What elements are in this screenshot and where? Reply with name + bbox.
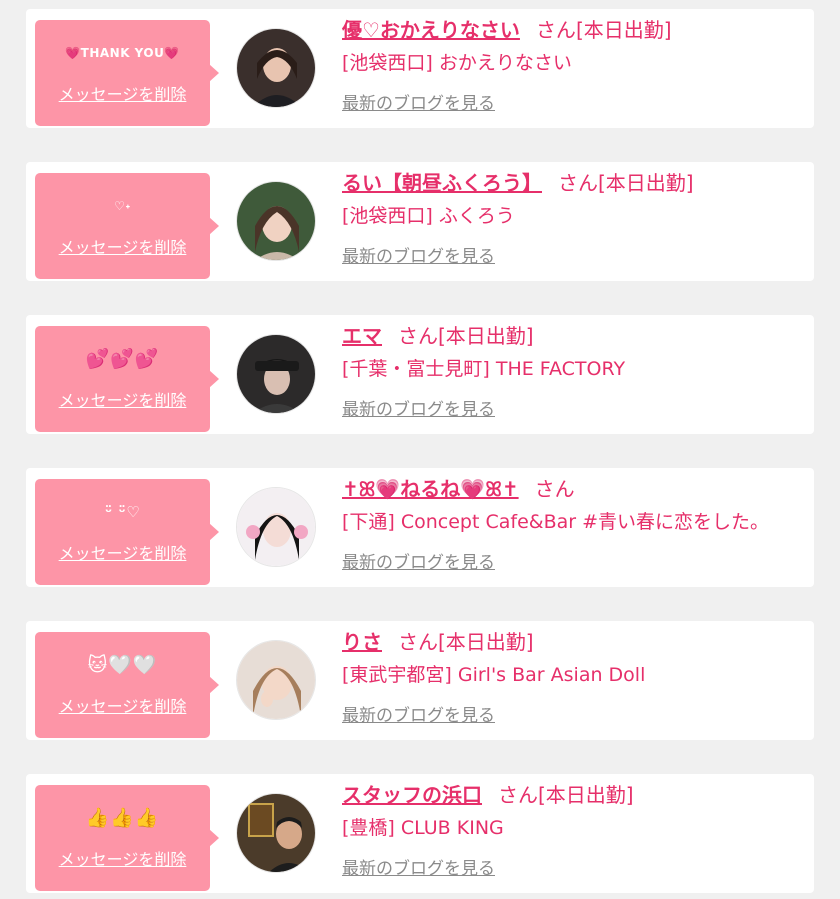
message-bubble: 💗THANK YOU💗 メッセージを削除 bbox=[35, 20, 219, 126]
avatar[interactable] bbox=[236, 334, 316, 414]
cast-info: スタッフの浜口 さん[本日出勤] [豊橋] CLUB KING 最新のブログを見る bbox=[342, 780, 806, 879]
latest-blog-link[interactable]: 最新のブログを見る bbox=[342, 854, 495, 879]
message-card: 👍👍👍 メッセージを削除 スタッフの浜口 さん[本日出勤] [豊橋] CLUB K… bbox=[26, 774, 814, 893]
avatar[interactable] bbox=[236, 181, 316, 261]
latest-blog-link[interactable]: 最新のブログを見る bbox=[342, 548, 495, 573]
message-text: 👍👍👍 bbox=[85, 807, 160, 829]
avatar[interactable] bbox=[236, 28, 316, 108]
cast-name-link[interactable]: るい【朝昼ふくろう】 bbox=[342, 171, 542, 195]
avatar-photo-icon bbox=[237, 641, 315, 719]
message-list: 💗THANK YOU💗 メッセージを削除 優♡おかえりなさい さん[本日出勤] [… bbox=[0, 0, 840, 899]
attendance-status: [本日出勤] bbox=[575, 18, 672, 42]
message-card: 💕💕💕 メッセージを削除 エマ さん[本日出勤] [千葉・富士見町] THE FA… bbox=[26, 315, 814, 434]
message-text: 💗THANK YOU💗 bbox=[65, 46, 180, 60]
latest-blog-link[interactable]: 最新のブログを見る bbox=[342, 242, 495, 267]
message-card: 🐱🤍🤍 メッセージを削除 りさ さん[本日出勤] [東武宇都宮] Girl's B… bbox=[26, 621, 814, 740]
shop-name: [池袋西口] ふくろう bbox=[342, 205, 515, 227]
message-bubble: 👍👍👍 メッセージを削除 bbox=[35, 785, 219, 891]
avatar-photo-icon bbox=[237, 335, 315, 413]
message-card: 💗THANK YOU💗 メッセージを削除 優♡おかえりなさい さん[本日出勤] [… bbox=[26, 9, 814, 128]
shop-name: [千葉・富士見町] THE FACTORY bbox=[342, 358, 626, 380]
cast-name-link[interactable]: スタッフの浜口 bbox=[342, 783, 482, 807]
message-bubble: ᵕ̈ ᵕ̈♡ メッセージを削除 bbox=[35, 479, 219, 585]
message-bubble: ♡˖ メッセージを削除 bbox=[35, 173, 219, 279]
delete-message-link[interactable]: メッセージを削除 bbox=[35, 540, 210, 564]
avatar-photo-icon bbox=[237, 488, 315, 566]
shop-name: [池袋西口] おかえりなさい bbox=[342, 52, 572, 74]
avatar-photo-icon bbox=[237, 794, 315, 872]
honorific: さん bbox=[558, 171, 598, 195]
delete-message-link[interactable]: メッセージを削除 bbox=[35, 387, 210, 411]
cast-info: るい【朝昼ふくろう】 さん[本日出勤] [池袋西口] ふくろう 最新のブログを見る bbox=[342, 168, 806, 267]
attendance-status: [本日出勤] bbox=[538, 783, 634, 807]
honorific: さん bbox=[398, 324, 438, 348]
shop-name: [東武宇都宮] Girl's Bar Asian Doll bbox=[342, 664, 646, 686]
avatar-photo-icon bbox=[237, 182, 315, 260]
cast-name-link[interactable]: ✝︎ꕤ💗ねるね💗ꕤ✝︎ bbox=[342, 477, 519, 501]
honorific: さん bbox=[498, 783, 538, 807]
message-bubble: 💕💕💕 メッセージを削除 bbox=[35, 326, 219, 432]
message-card: ♡˖ メッセージを削除 るい【朝昼ふくろう】 さん[本日出勤] [池袋西口] ふく… bbox=[26, 162, 814, 281]
message-card: ᵕ̈ ᵕ̈♡ メッセージを削除 ✝︎ꕤ💗ねるね💗ꕤ✝︎ さん [下通] Conce… bbox=[26, 468, 814, 587]
attendance-status: [本日出勤] bbox=[438, 630, 534, 654]
delete-message-link[interactable]: メッセージを削除 bbox=[35, 81, 210, 105]
cast-name-link[interactable]: 優♡おかえりなさい bbox=[342, 18, 520, 42]
avatar[interactable] bbox=[236, 640, 316, 720]
cast-info: ✝︎ꕤ💗ねるね💗ꕤ✝︎ さん [下通] Concept Cafe&Bar #青い春… bbox=[342, 474, 806, 573]
avatar[interactable] bbox=[236, 793, 316, 873]
message-text: 🐱🤍🤍 bbox=[87, 654, 158, 676]
honorific: さん bbox=[534, 477, 575, 501]
cast-name-link[interactable]: りさ bbox=[342, 630, 382, 654]
cast-name-link[interactable]: エマ bbox=[342, 324, 382, 348]
delete-message-link[interactable]: メッセージを削除 bbox=[35, 846, 210, 870]
cast-info: 優♡おかえりなさい さん[本日出勤] [池袋西口] おかえりなさい 最新のブログを… bbox=[342, 15, 806, 114]
cast-info: エマ さん[本日出勤] [千葉・富士見町] THE FACTORY 最新のブログを… bbox=[342, 321, 806, 420]
attendance-status: [本日出勤] bbox=[438, 324, 534, 348]
honorific: さん bbox=[535, 18, 576, 42]
avatar-photo-icon bbox=[237, 29, 315, 107]
avatar[interactable] bbox=[236, 487, 316, 567]
message-bubble: 🐱🤍🤍 メッセージを削除 bbox=[35, 632, 219, 738]
cast-info: りさ さん[本日出勤] [東武宇都宮] Girl's Bar Asian Doll… bbox=[342, 627, 806, 726]
delete-message-link[interactable]: メッセージを削除 bbox=[35, 693, 210, 717]
honorific: さん bbox=[398, 630, 438, 654]
message-text: ♡˖ bbox=[114, 199, 131, 213]
attendance-status: [本日出勤] bbox=[598, 171, 694, 195]
latest-blog-link[interactable]: 最新のブログを見る bbox=[342, 701, 495, 726]
latest-blog-link[interactable]: 最新のブログを見る bbox=[342, 89, 495, 114]
latest-blog-link[interactable]: 最新のブログを見る bbox=[342, 395, 495, 420]
message-text: ᵕ̈ ᵕ̈♡ bbox=[104, 503, 141, 521]
message-text: 💕💕💕 bbox=[85, 348, 160, 370]
shop-name: [豊橋] CLUB KING bbox=[342, 817, 504, 839]
shop-name: [下通] Concept Cafe&Bar #青い春に恋をした。 bbox=[342, 511, 770, 533]
delete-message-link[interactable]: メッセージを削除 bbox=[35, 234, 210, 258]
